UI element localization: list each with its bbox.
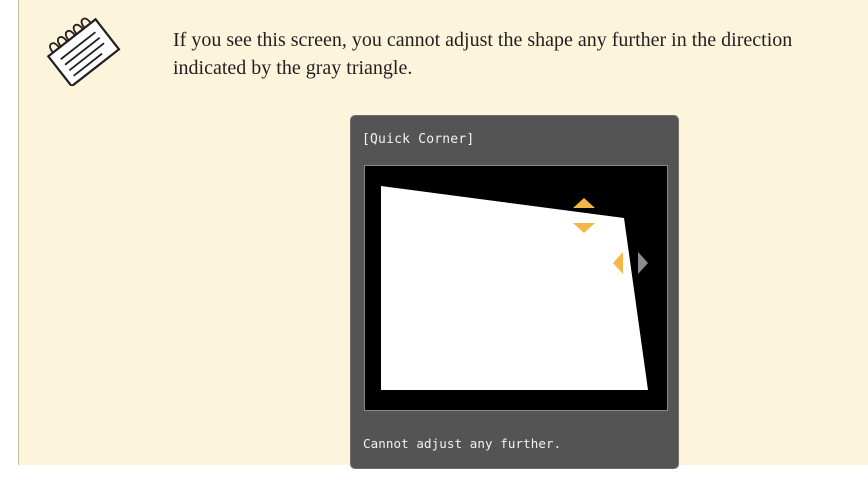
note-pad-icon bbox=[46, 17, 121, 86]
osd-title: [Quick Corner] bbox=[362, 132, 475, 147]
quick-corner-osd: [Quick Corner] Cannot adjust any further… bbox=[350, 115, 679, 469]
triangle-up-icon bbox=[573, 198, 595, 208]
projection-preview bbox=[364, 165, 668, 411]
projected-image-shape bbox=[381, 186, 648, 390]
projection-preview-canvas bbox=[381, 186, 648, 390]
triangle-right-icon bbox=[638, 252, 648, 274]
osd-status-message: Cannot adjust any further. bbox=[363, 436, 562, 451]
note-box: If you see this screen, you cannot adjus… bbox=[18, 0, 868, 469]
note-text: If you see this screen, you cannot adjus… bbox=[173, 29, 793, 79]
